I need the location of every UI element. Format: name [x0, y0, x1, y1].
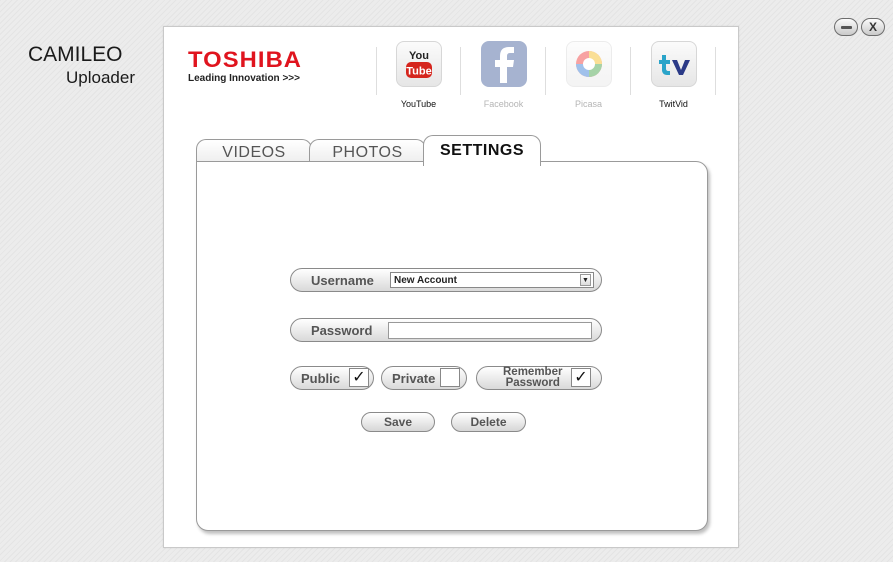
- minimize-button[interactable]: [834, 18, 858, 36]
- main-panel: TOSHIBA Leading Innovation >>> You Tube …: [163, 26, 739, 548]
- separator: [715, 47, 716, 95]
- username-label: Username: [311, 272, 374, 288]
- close-icon: X: [868, 20, 877, 34]
- service-label: Picasa: [574, 99, 602, 109]
- check-icon: ✓: [574, 368, 588, 386]
- youtube-icon[interactable]: You Tube: [395, 41, 442, 87]
- brand-name: TOSHIBA: [188, 47, 303, 72]
- save-button[interactable]: Save: [361, 412, 435, 432]
- settings-panel: Username New Account ▼ Password Public ✓…: [196, 161, 708, 531]
- service-twitvid[interactable]: TwitVid: [631, 41, 716, 109]
- youtube-logo-top: You: [409, 50, 429, 62]
- username-select[interactable]: New Account ▼: [390, 272, 594, 288]
- service-picasa[interactable]: Picasa: [546, 41, 631, 109]
- username-value: New Account: [394, 274, 457, 286]
- remember-password-label: Remember Password: [503, 366, 562, 389]
- service-bar: You Tube YouTube Facebook Picasa TwitVid: [376, 41, 716, 109]
- service-label: TwitVid: [659, 99, 688, 109]
- tab-settings[interactable]: SETTINGS: [423, 135, 541, 166]
- service-youtube[interactable]: You Tube YouTube: [376, 41, 461, 109]
- twitvid-icon[interactable]: [650, 41, 697, 87]
- app-title: CAMILEO: [28, 43, 123, 66]
- private-checkbox[interactable]: [440, 368, 460, 387]
- brand-tagline: Leading Innovation >>>: [188, 73, 300, 84]
- service-label: YouTube: [400, 99, 437, 109]
- delete-button[interactable]: Delete: [451, 412, 526, 432]
- public-checkbox[interactable]: ✓: [349, 368, 369, 387]
- chevron-down-icon[interactable]: ▼: [580, 274, 591, 286]
- close-button[interactable]: X: [861, 18, 885, 36]
- remember-password-checkbox[interactable]: ✓: [571, 368, 591, 387]
- app-subtitle: Uploader: [66, 68, 135, 87]
- window-controls: X: [834, 18, 885, 36]
- facebook-icon[interactable]: [480, 41, 527, 87]
- toshiba-logo: TOSHIBA Leading Innovation >>>: [188, 49, 301, 85]
- remember-label-line2: Password: [505, 377, 560, 389]
- service-facebook[interactable]: Facebook: [461, 41, 546, 109]
- check-icon: ✓: [352, 368, 366, 386]
- picasa-icon[interactable]: [565, 41, 612, 87]
- password-label: Password: [311, 322, 373, 338]
- separator: [376, 47, 377, 95]
- youtube-logo-bottom: Tube: [406, 66, 431, 78]
- service-label: Facebook: [483, 99, 524, 109]
- private-label: Private: [392, 370, 436, 386]
- password-field[interactable]: [388, 322, 592, 339]
- public-label: Public: [301, 370, 341, 386]
- minimize-icon: [840, 25, 852, 29]
